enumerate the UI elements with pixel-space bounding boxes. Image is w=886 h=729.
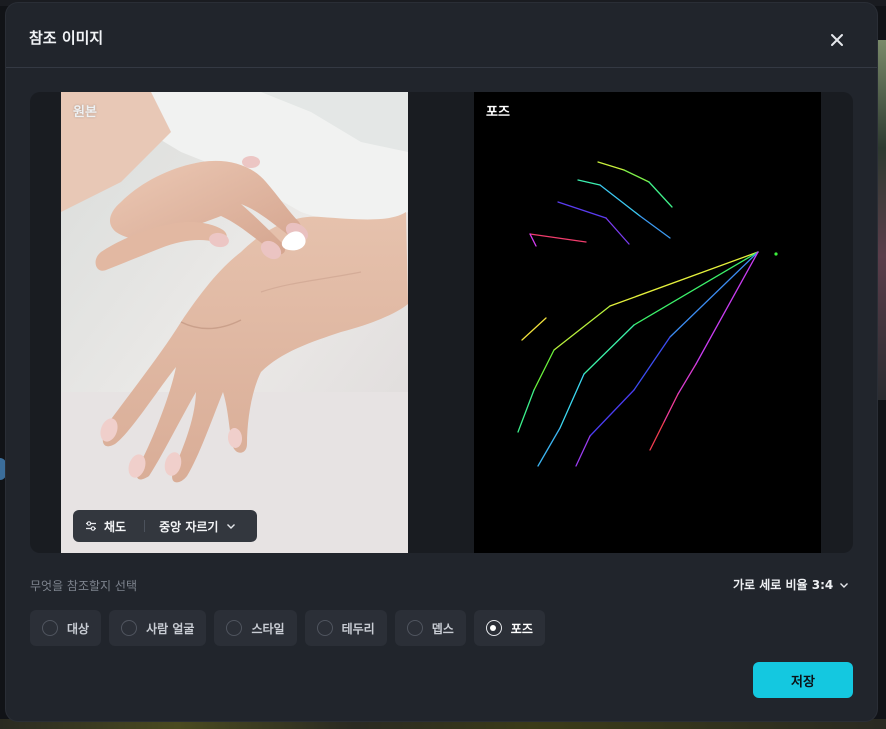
image-controls: 채도 중앙 자르기: [73, 510, 257, 542]
pose-skeleton: [517, 161, 778, 467]
save-button[interactable]: 저장: [753, 662, 853, 698]
option-subject[interactable]: 대상: [30, 610, 102, 646]
chevron-down-icon: [227, 524, 236, 529]
option-depth[interactable]: 뎁스: [394, 610, 466, 646]
crop-mode-select[interactable]: 중앙 자르기: [159, 518, 236, 535]
aspect-ratio-dropdown[interactable]: 가로 세로 비율 3:4: [733, 576, 849, 593]
option-label: 스타일: [251, 621, 285, 636]
close-button[interactable]: [824, 27, 850, 53]
option-label: 사람 얼굴: [146, 621, 195, 636]
dialog-header: 참조 이미지: [6, 3, 877, 68]
saturation-label: 채도: [104, 519, 127, 534]
option-label: 포즈: [510, 621, 533, 636]
reference-options: 대상 사람 얼굴 스타일 테두리 뎁스 포즈: [30, 610, 545, 646]
option-edge[interactable]: 테두리: [304, 610, 387, 646]
original-image: 원본 채도 중앙 자르기: [61, 92, 408, 553]
saturation-button[interactable]: 채도: [73, 518, 126, 535]
reference-prompt: 무엇을 참조할지 선택: [30, 579, 137, 593]
option-label: 대상: [67, 621, 90, 636]
option-label: 뎁스: [431, 621, 454, 636]
option-face[interactable]: 사람 얼굴: [109, 610, 207, 646]
radio-checked-icon: [485, 620, 502, 636]
crop-mode-label: 중앙 자르기: [159, 519, 219, 534]
backdrop-right: [876, 40, 886, 400]
close-icon: [831, 34, 843, 46]
option-pose[interactable]: 포즈: [473, 610, 545, 646]
radio-icon: [42, 620, 58, 636]
control-divider: [144, 520, 146, 532]
chevron-down-icon: [840, 582, 849, 588]
radio-icon: [316, 620, 333, 636]
dialog-title: 참조 이미지: [29, 29, 104, 47]
sliders-icon: [86, 521, 96, 531]
pose-image: 포즈: [474, 92, 821, 553]
pose-label: 포즈: [486, 105, 510, 120]
preview-area: 원본 채도 중앙 자르기 포즈: [30, 92, 853, 553]
option-label: 테두리: [341, 621, 375, 636]
radio-icon: [121, 620, 138, 636]
option-style[interactable]: 스타일: [214, 610, 297, 646]
aspect-ratio-label: 가로 세로 비율 3:4: [733, 578, 834, 592]
hands-photo: [61, 92, 408, 553]
original-label: 원본: [73, 105, 97, 120]
radio-icon: [406, 620, 423, 636]
radio-icon: [226, 620, 243, 636]
reference-image-dialog: 참조 이미지 원본 채도 중앙 자르기 포즈 무엇을 참조할지 선택 가로 세로…: [6, 3, 877, 721]
